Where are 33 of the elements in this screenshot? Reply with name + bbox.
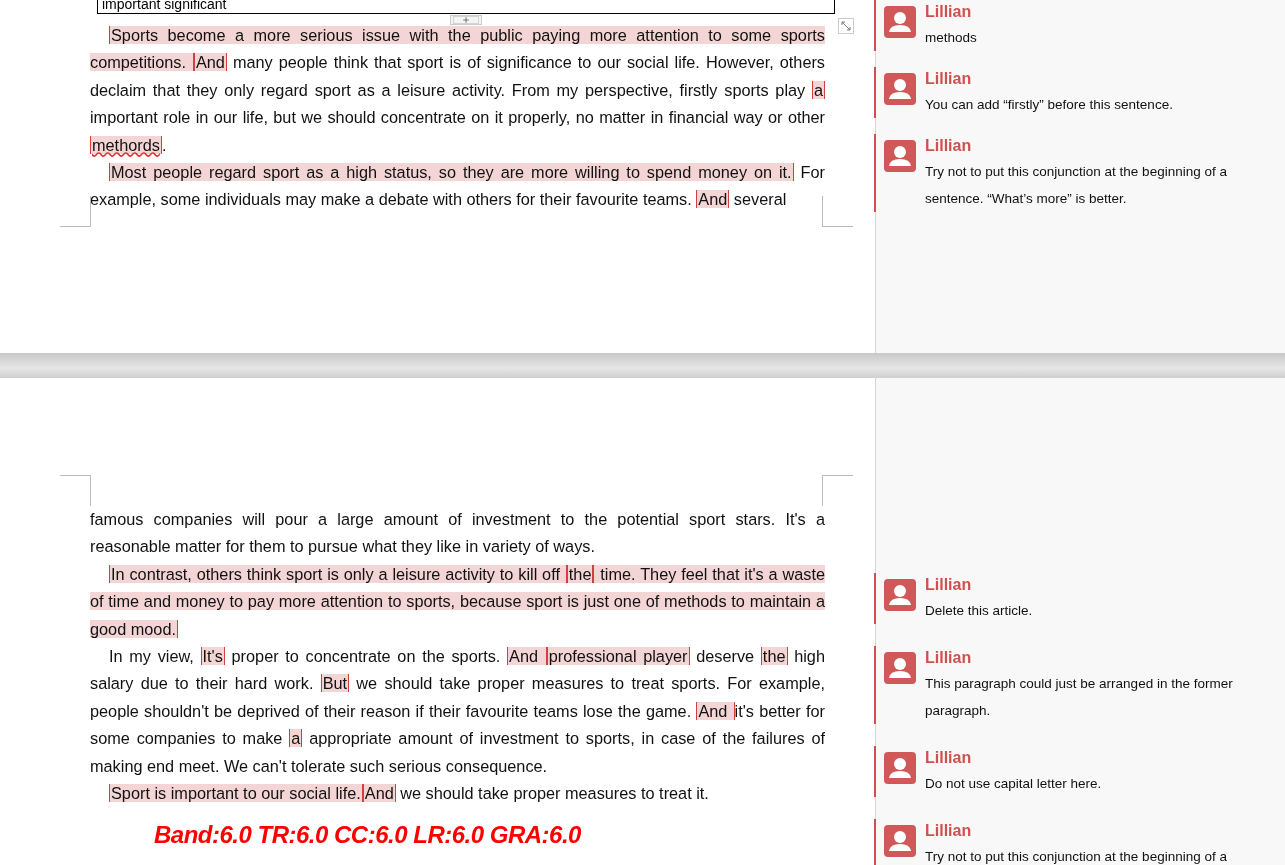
comment-author: Lillian	[925, 748, 972, 768]
comment-text: This paragraph could just be arranged in the former paragraph.	[925, 675, 1234, 720]
comment-text: You can add “firstly” before this sentence.	[925, 96, 1173, 114]
paragraph: Most people regard sport as a high status, so they are more willing to spend money on it. For example, some individuals may make a debate with others for their favourite teams. And several	[90, 162, 825, 211]
avatar-icon	[884, 579, 916, 611]
avatar-icon	[884, 140, 916, 172]
comment-text: Try not to put this conjunction at the beginning of a	[925, 848, 1227, 865]
comment-author: Lillian	[925, 136, 972, 156]
crop-mark	[822, 475, 853, 506]
paragraph: Sport is important to our social life. And we should take proper measures to treat it.	[108, 783, 710, 805]
crop-mark	[60, 196, 91, 227]
comment-author: Lillian	[925, 575, 972, 595]
comment-author: Lillian	[925, 69, 972, 89]
paragraph: In my view, It's proper to concentrate on the sports. And professional player deserve the high salary due to their hard work. But we should take proper measures to treat sports. For example, people shouldn't be deprived of their reason if their favourite teams lose the game. And it's better for some companies to make a appropriate amount of investment to sports, in case of the failures of making end meet. We can't tolerate such serious consequence.	[90, 646, 825, 777]
avatar-icon	[884, 6, 916, 38]
avatar-icon	[884, 752, 916, 784]
comment-author: Lillian	[925, 2, 972, 22]
paragraph: In contrast, others think sport is only a leisure activity to kill off the time. They feel that it's a waste of time and money to pay more attention to sports, because sport is just one of methods to maintain a good mood.	[90, 563, 825, 640]
avatar-icon	[884, 652, 916, 684]
avatar-icon	[884, 825, 916, 857]
paragraph: Sports become a more serious issue with the public paying more attention to some sports competitions. And many people think that sport is of significance to our social life. However, others declaim that they only regard sport as a leisure activity. From my perspective, firstly sports play a important role in our life, but we should concentrate on it properly, no matter in financial way or other methords.	[90, 25, 825, 156]
comment-author: Lillian	[925, 821, 972, 841]
comment-text: methods	[925, 29, 977, 47]
paragraph: famous companies will pour a large amount of investment to the potential sport stars. It's a reasonable matter for them to pursue what they like in variety of ways.	[90, 509, 825, 558]
avatar-icon	[884, 73, 916, 105]
comment-author: Lillian	[925, 648, 972, 668]
expand-icon[interactable]	[838, 18, 854, 34]
crop-mark	[822, 196, 853, 227]
comment-text: Try not to put this conjunction at the beginning of a sentence. “What’s more” is better.	[925, 163, 1228, 208]
crop-mark	[60, 475, 91, 506]
comment-text: Delete this article.	[925, 602, 1033, 620]
score-text: Band:6.0 TR:6.0 CC:6.0 LR:6.0 GRA:6.0	[154, 821, 581, 850]
comment-text: Do not use capital letter here.	[925, 775, 1102, 793]
